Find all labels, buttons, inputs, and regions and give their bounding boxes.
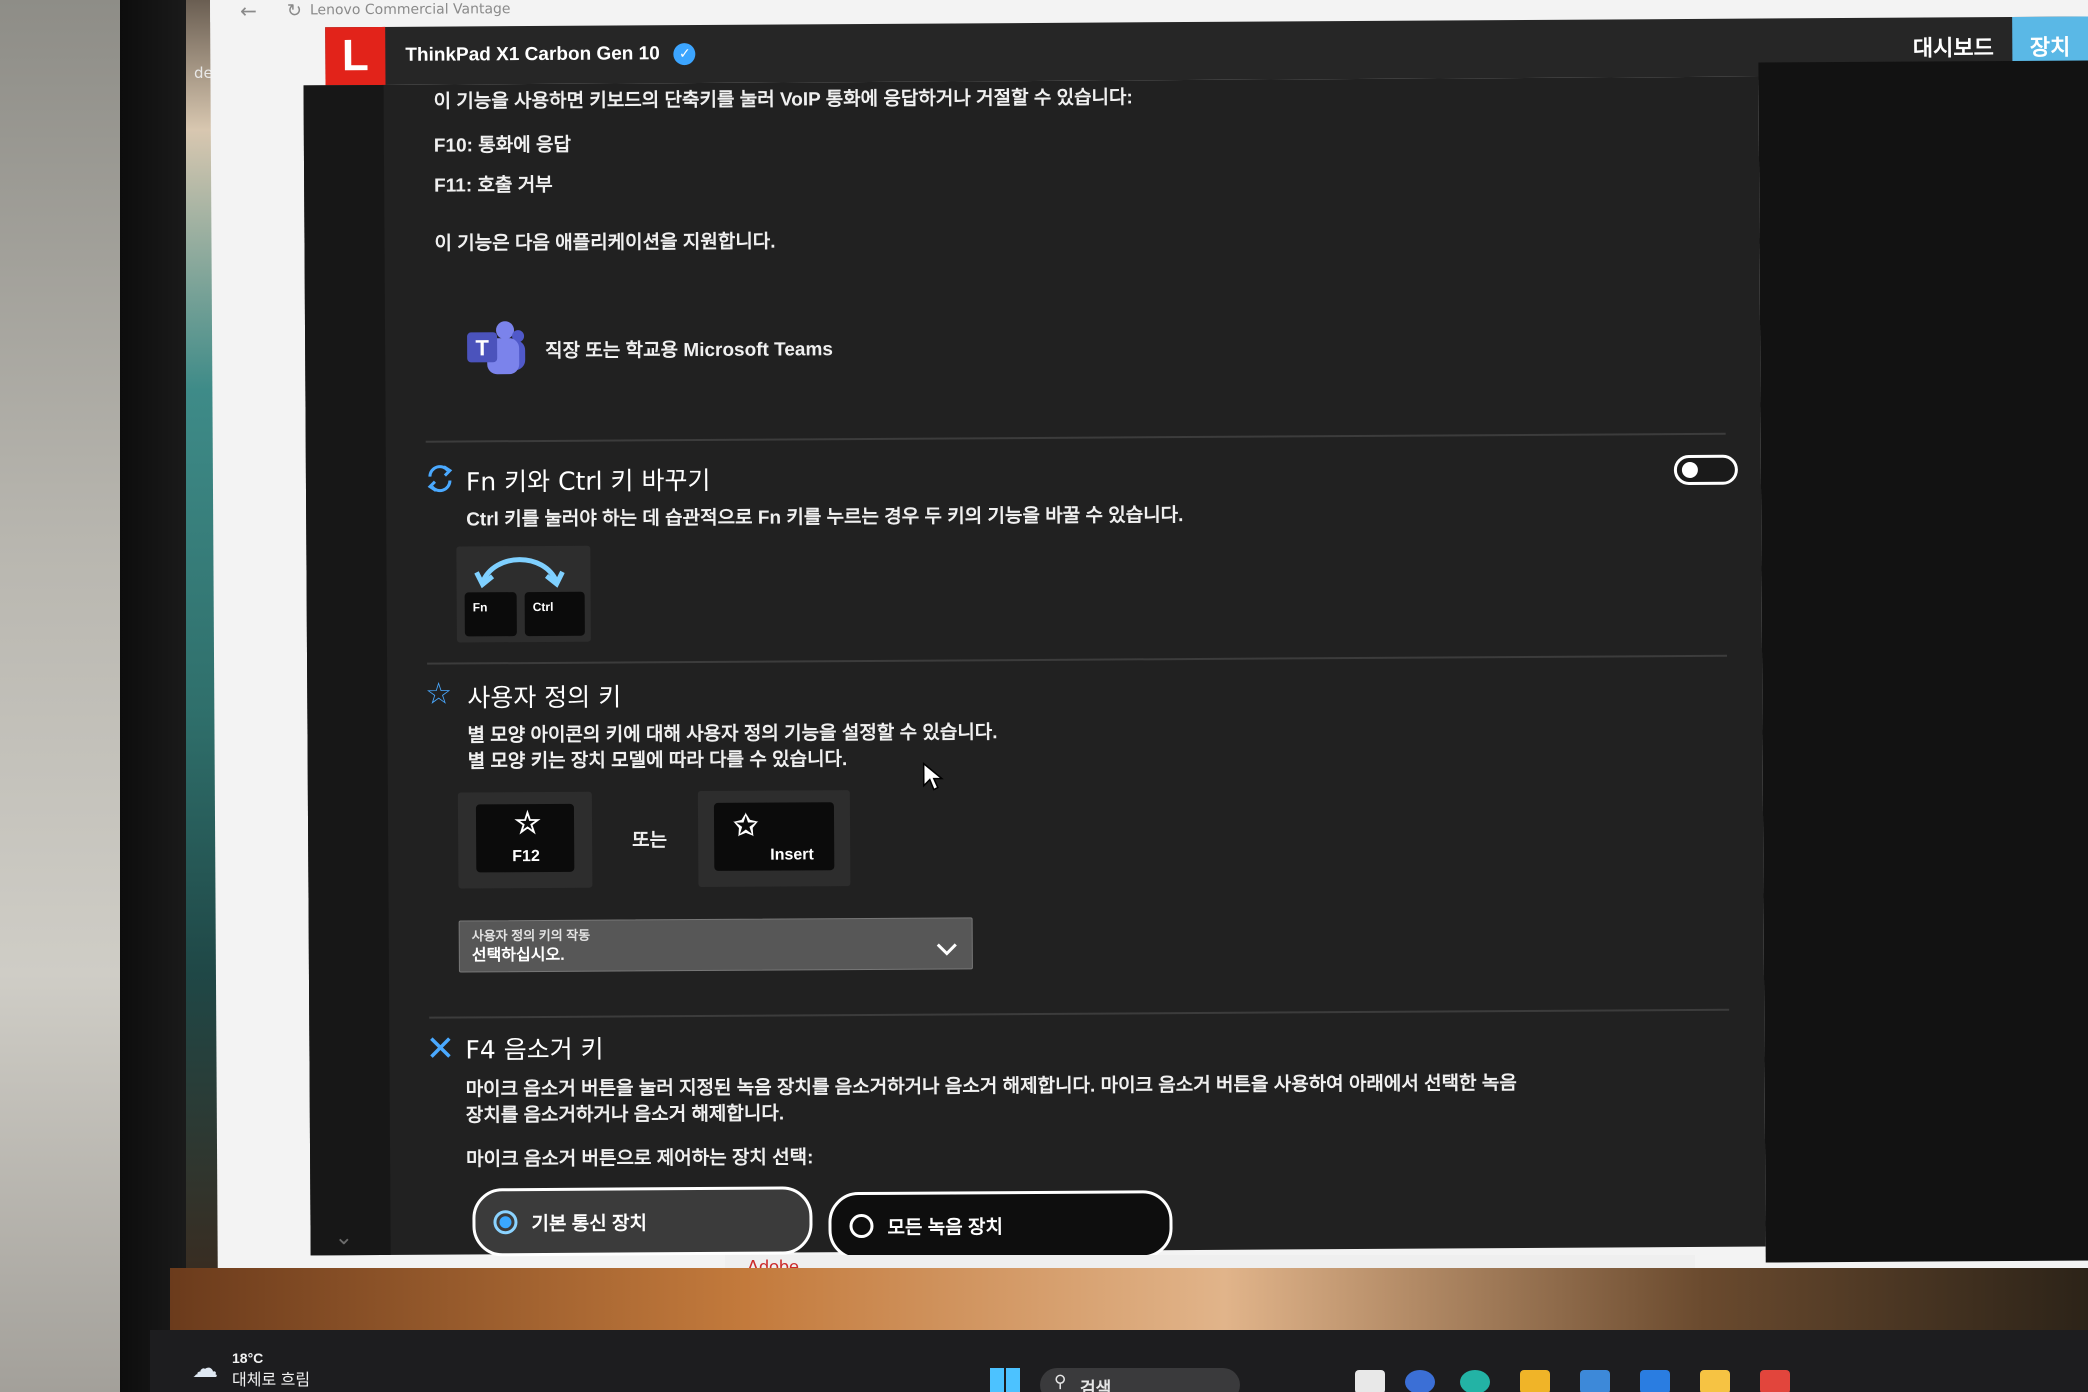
divider — [429, 1008, 1730, 1019]
custom-key-line2: 별 모양 키는 장치 모델에 따라 다를 수 있습니다. — [467, 749, 848, 773]
custom-key-line1: 별 모양 아이콘의 키에 대해 사용자 정의 기능을 설정할 수 있습니다. — [467, 722, 998, 747]
weather-desc: 대체로 흐림 — [232, 1372, 311, 1389]
fn-ctrl-description: Ctrl 키를 눌러야 하는 데 습관적으로 Fn 키를 누르는 경우 두 키의… — [466, 505, 1184, 531]
key-ctrl-label: Ctrl — [532, 599, 554, 615]
key-insert-label: Insert — [770, 846, 814, 864]
fn-ctrl-toggle[interactable] — [1673, 454, 1738, 486]
divider — [427, 654, 1728, 665]
fn-ctrl-title: Fn 키와 Ctrl 키 바꾸기 — [465, 465, 711, 497]
custom-key-title: 사용자 정의 키 — [467, 682, 622, 713]
taskbar-app-icon[interactable] — [1405, 1370, 1435, 1392]
lenovo-logo: L — [325, 26, 386, 86]
arrow-left-icon[interactable]: ← — [240, 0, 257, 23]
or-label: 또는 — [632, 830, 668, 852]
taskbar-app-icon[interactable] — [1460, 1370, 1490, 1392]
key-f12: ☆ F12 — [475, 803, 575, 873]
voip-f10: F10: 통화에 응답 — [433, 134, 571, 157]
taskbar-app-icon[interactable] — [1700, 1370, 1730, 1392]
star-icon: ✩ — [733, 809, 758, 841]
toggle-knob — [1681, 461, 1698, 479]
weather-widget[interactable]: 18°C 대체로 흐림 — [232, 1350, 310, 1390]
teams-app-name: 직장 또는 학교용 Microsoft Teams — [545, 339, 833, 362]
panel-sidebar: ⌄ — [303, 84, 391, 1256]
chevron-down-icon[interactable]: ⌄ — [334, 1225, 353, 1250]
insert-key-illustration: ✩ Insert — [697, 790, 851, 888]
mouse-cursor-icon — [922, 762, 944, 791]
f12-key-illustration: ☆ F12 — [457, 791, 593, 889]
custom-key-action-dropdown[interactable]: 사용자 정의 키의 작동 선택하십시오. — [458, 917, 973, 973]
key-fn: Fn — [464, 592, 517, 637]
taskbar-app-icon[interactable] — [1580, 1370, 1610, 1392]
radio-default-label: 기본 통신 장치 — [531, 1212, 647, 1235]
svg-text:T: T — [475, 335, 489, 360]
key-insert: ✩ Insert — [713, 802, 835, 871]
folder-icon[interactable] — [1520, 1370, 1550, 1392]
settings-panel: ⌄ 이 기능을 사용하면 키보드의 단축키를 눌러 VoIP 통화에 응답하거나… — [303, 76, 1766, 1261]
f4-select-label: 마이크 음소거 버튼으로 제어하는 장치 선택: — [466, 1147, 814, 1171]
check-icon: ✓ — [673, 43, 696, 66]
windows-start-icon[interactable] — [990, 1368, 1020, 1392]
fn-ctrl-key-illustration: Fn Ctrl — [456, 545, 591, 643]
right-dark-area — [1758, 60, 2088, 1263]
key-fn-label: Fn — [472, 600, 488, 615]
voip-description: 이 기능을 사용하면 키보드의 단축키를 눌러 VoIP 통화에 응답하거나 거… — [433, 87, 1133, 113]
key-f12-label: F12 — [512, 848, 540, 866]
f4-mute-title: F4 음소거 키 — [465, 1034, 604, 1065]
mute-x-icon — [430, 1037, 451, 1058]
swap-icon — [427, 465, 453, 493]
voip-f11: F11: 호출 거부 — [434, 174, 553, 197]
chevron-down-icon — [936, 943, 957, 956]
vantage-window: ← ↻ Lenovo Commercial Vantage L ThinkPad… — [210, 0, 2088, 1300]
f4-mute-line2: 장치를 음소거하거나 음소거 해제합니다. — [465, 1103, 785, 1127]
search-icon: ⚲ — [1054, 1372, 1067, 1392]
taskbar-app-icon[interactable] — [1640, 1370, 1670, 1392]
weather-icon: ☁ — [192, 1354, 218, 1384]
refresh-icon[interactable]: ↻ — [287, 0, 302, 21]
weather-temp: 18°C — [232, 1350, 264, 1366]
window-title: Lenovo Commercial Vantage — [309, 1, 511, 19]
teams-icon: T — [467, 321, 526, 375]
radio-all-recording-devices[interactable]: 모든 녹음 장치 — [828, 1190, 1173, 1261]
dropdown-value: 선택하십시오. — [471, 946, 565, 965]
device-name: ThinkPad X1 Carbon Gen 10 — [405, 43, 660, 66]
voip-supports: 이 기능은 다음 애플리케이션을 지원합니다. — [434, 231, 776, 255]
star-icon: ☆ — [425, 677, 453, 711]
radio-default-comm-device[interactable]: 기본 통신 장치 — [472, 1186, 813, 1257]
f4-mute-line1: 마이크 음소거 버튼을 눌러 지정된 녹음 장치를 음소거하거나 음소거 해제합… — [465, 1073, 1517, 1101]
star-icon: ☆ — [513, 806, 542, 841]
taskbar-app-icon[interactable] — [1760, 1370, 1790, 1392]
radio-unselected-icon — [849, 1213, 874, 1239]
monitor-bezel — [120, 0, 190, 1392]
radio-selected-icon — [493, 1210, 518, 1235]
taskbar-search[interactable]: ⚲ 검색 — [1040, 1368, 1240, 1392]
search-label: 검색 — [1080, 1379, 1112, 1392]
swap-arrow-icon — [474, 557, 565, 589]
radio-all-label: 모든 녹음 장치 — [887, 1216, 1004, 1239]
taskbar-app-icon[interactable] — [1355, 1370, 1385, 1392]
divider — [425, 432, 1726, 443]
key-ctrl: Ctrl — [524, 591, 585, 637]
